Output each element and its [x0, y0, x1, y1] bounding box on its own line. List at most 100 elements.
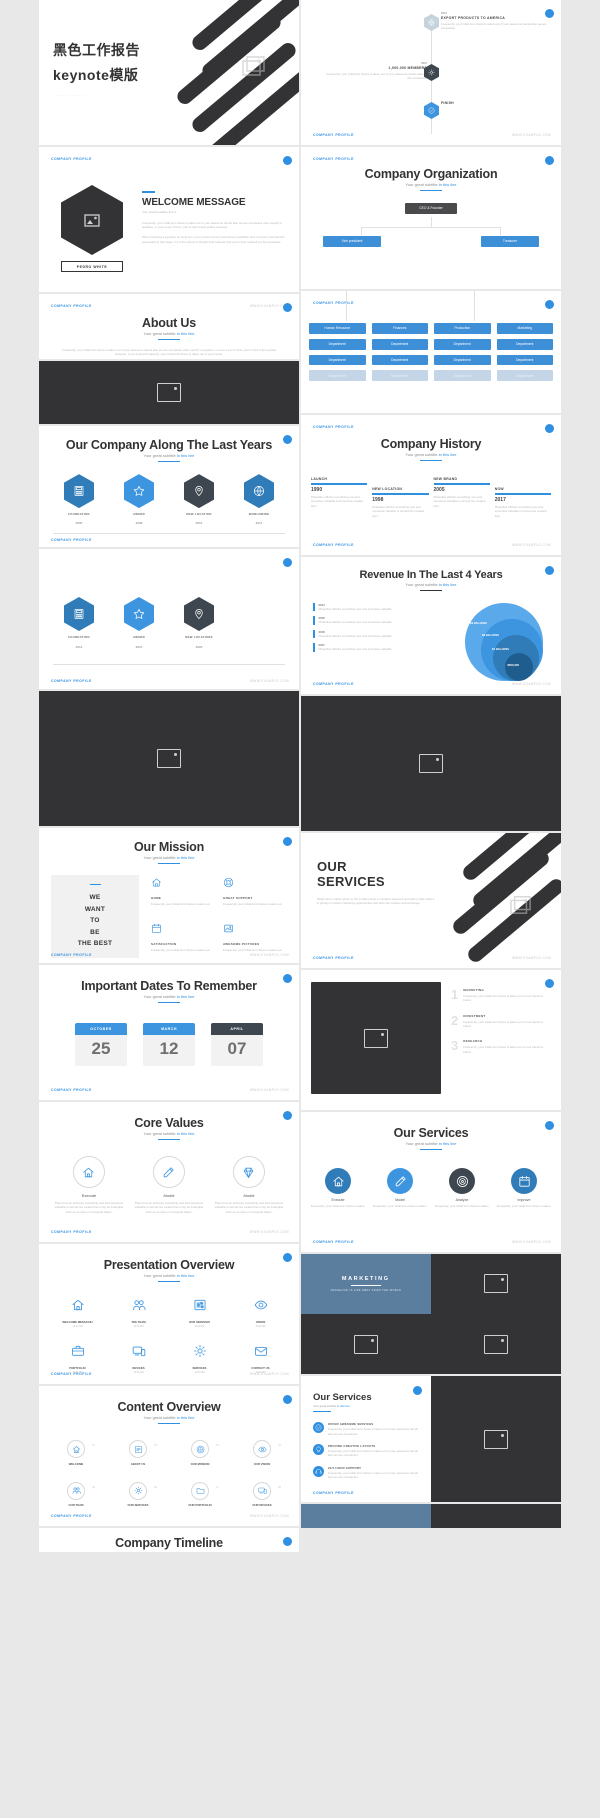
history-entry[interactable]: NOW 2017 Phasellus efficitur something new…	[494, 477, 551, 518]
slide-badge[interactable]	[545, 566, 554, 575]
content-item[interactable]: 03 OUR MISSION	[169, 1440, 231, 1466]
content-item[interactable]: 04 OUR VISION	[231, 1440, 293, 1466]
year-label: 2017	[255, 521, 263, 526]
service-list-item[interactable]: OFFER AWESOME SERVICES Frequently, your i…	[313, 1422, 423, 1436]
service-body: Frequently, your initial font choice is …	[328, 1470, 418, 1480]
service-icon-item[interactable]: Improve Frequently, your initial font cho…	[495, 1168, 552, 1208]
hex-label: WORLDWIDE	[248, 512, 270, 517]
slide-mission: Our Mission Your great subtitle in this …	[39, 828, 299, 963]
org-box[interactable]: Department	[434, 354, 491, 366]
core-value-item[interactable]: Model Phenomenon whereby something new an…	[132, 1156, 206, 1214]
slide-badge[interactable]	[545, 300, 554, 309]
org-box[interactable]: Department	[434, 338, 491, 350]
timeline-item[interactable]: 2015 1,000,000 MEMBERS Frequently, your in…	[323, 62, 427, 81]
services-image	[311, 982, 441, 1094]
overview-item[interactable]: WELCOME MESSAGE! 12:00 AM	[47, 1298, 108, 1328]
slide-badge[interactable]	[283, 837, 292, 846]
content-item[interactable]: 02 ABOUT US	[107, 1440, 169, 1466]
content-num: 03	[216, 1444, 219, 1448]
slide-badge[interactable]	[545, 424, 554, 433]
numbered-service[interactable]: 1 MARKETING Frequently, your initial font …	[451, 988, 551, 1003]
service-icon-item[interactable]: Execute Frequently, your initial font cho…	[309, 1168, 366, 1208]
hex-item[interactable]: NEW LOCATIONS	[169, 597, 229, 639]
slide-badge[interactable]	[545, 1121, 554, 1130]
overview-item[interactable]: SERVICES 12:00 AM	[169, 1344, 230, 1374]
overview-item[interactable]: PORTFOLIO 12:00 AM	[47, 1344, 108, 1374]
hex-item[interactable]: AWARD	[109, 597, 169, 639]
org-box[interactable]: Department	[496, 354, 553, 366]
slide-badge[interactable]	[545, 156, 554, 165]
content-item[interactable]: 06 OUR SERVICES	[107, 1481, 169, 1507]
timeline-item[interactable]: 2013 EXPORT PRODUCTS TO AMERICA Frequently…	[441, 12, 551, 31]
slide-badge[interactable]	[545, 979, 554, 988]
panel-left	[301, 1504, 431, 1528]
slide-badge[interactable]	[283, 303, 292, 312]
overview-item[interactable]: CONTACT US 12:00 AM	[230, 1344, 291, 1374]
mission-feature[interactable]: SATISFACTION Frequently, your initial fon…	[151, 921, 215, 959]
core-value-item[interactable]: Model Phenomenon whereby something new an…	[212, 1156, 286, 1214]
slide-badge[interactable]	[413, 1386, 422, 1395]
history-entry[interactable]: NEW LOCATION 1998 Phasellus efficitur some…	[372, 477, 429, 518]
slide-organization: COMPANY PROFILE Company Organization You…	[301, 147, 561, 289]
org-box[interactable]: Human Resource	[309, 323, 366, 334]
slide-badge[interactable]	[283, 435, 292, 444]
service-list-item[interactable]: PROVIDE CREATIVE LAYOUTS Frequently, your…	[313, 1444, 423, 1458]
history-entry[interactable]: NEW BRAND 2005 Phasellus efficitur somethi…	[433, 477, 490, 518]
hex-item[interactable]: FOUNDATION	[49, 597, 109, 639]
org-box[interactable]: Department	[309, 338, 366, 350]
hex-item[interactable]: NEW LOCATION	[184, 474, 214, 516]
revenue-body: Phasellus efficitur something new and so…	[318, 620, 393, 625]
revenue-body: Phasellus efficitur something new and so…	[318, 607, 393, 612]
org-l2-1[interactable]: Treasurer	[481, 235, 539, 247]
timeline-item[interactable]: FINISH	[441, 100, 551, 107]
mission-feature[interactable]: HOME Frequently, your initial font choice…	[151, 875, 215, 913]
org-box[interactable]: Finances	[371, 323, 428, 334]
content-item[interactable]: 07 OUR PORTFOLIO	[169, 1481, 231, 1507]
slide-badge[interactable]	[283, 1537, 292, 1546]
org-box[interactable]: Marketing	[496, 323, 553, 334]
content-item[interactable]: 01 WELCOME	[45, 1440, 107, 1466]
org-box[interactable]: Department	[496, 338, 553, 350]
overview-item[interactable]: VISION 12:00 AM	[230, 1298, 291, 1328]
hex-item[interactable]: WORLDWIDE	[244, 474, 274, 516]
service-icon-item[interactable]: Model Frequently, your initial font choic…	[371, 1168, 428, 1208]
slide-badge[interactable]	[283, 1395, 292, 1404]
org-box[interactable]: Department	[371, 354, 428, 366]
feature-label: SATISFACTION	[151, 941, 177, 946]
mission-feature[interactable]: GREAT SUPPORT Frequently, your initial fo…	[223, 875, 287, 913]
hex-item[interactable]: AWARD	[124, 474, 154, 516]
company-profile-label: COMPANY PROFILE	[313, 682, 354, 686]
hex-item[interactable]: FOUNDATION	[64, 474, 94, 516]
org-l2-0[interactable]: Vice president	[323, 235, 381, 247]
overview-label: THE TEAM	[131, 1320, 146, 1325]
slide-badge[interactable]	[283, 156, 292, 165]
date-card[interactable]: APRIL 07	[211, 1023, 263, 1067]
org-box[interactable]: Department	[434, 370, 491, 382]
slide-badge[interactable]	[283, 1253, 292, 1262]
service-list-item[interactable]: 24/7 HOUR SUPPORT Frequently, your initia…	[313, 1465, 423, 1480]
service-icon-item[interactable]: Analyze Frequently, your initial font cho…	[433, 1168, 490, 1208]
overview-item[interactable]: DEVICES 12:00 AM	[108, 1344, 169, 1374]
org-box[interactable]: Production	[434, 323, 491, 334]
content-item[interactable]: 05 OUR TEAM	[45, 1481, 107, 1507]
service-body: Frequently, your initial font choice is …	[372, 1204, 428, 1209]
history-entry[interactable]: LAUNCH 1990 Phasellus efficitur something …	[311, 477, 368, 518]
company-profile-label: COMPANY PROFILE	[313, 1491, 354, 1495]
date-card[interactable]: OCTOBER 25	[75, 1023, 127, 1067]
org-box[interactable]: Department	[496, 370, 553, 382]
content-item[interactable]: 08 OUR DEVICES	[231, 1481, 293, 1507]
slide-badge[interactable]	[283, 974, 292, 983]
overview-item[interactable]: THE TEAM 12:00 AM	[108, 1298, 169, 1328]
date-card[interactable]: MARCH 12	[143, 1023, 195, 1067]
slide-badge[interactable]	[283, 558, 292, 567]
org-box[interactable]: Department	[371, 370, 428, 382]
core-value-item[interactable]: Execute Phenomenon whereby something new …	[52, 1156, 126, 1214]
org-box[interactable]: Department	[309, 370, 366, 382]
slide-badge[interactable]	[283, 1111, 292, 1120]
org-root[interactable]: CEO & Founder	[405, 203, 457, 214]
org-box[interactable]: Department	[309, 354, 366, 366]
numbered-service[interactable]: 3 RESEARCH Frequently, your initial font c…	[451, 1039, 551, 1054]
org-box[interactable]: Department	[371, 338, 428, 350]
numbered-service[interactable]: 2 INVESTMENT Frequently, your initial font…	[451, 1014, 551, 1029]
overview-item[interactable]: OUR SERVICES 12:00 AM	[169, 1298, 230, 1328]
